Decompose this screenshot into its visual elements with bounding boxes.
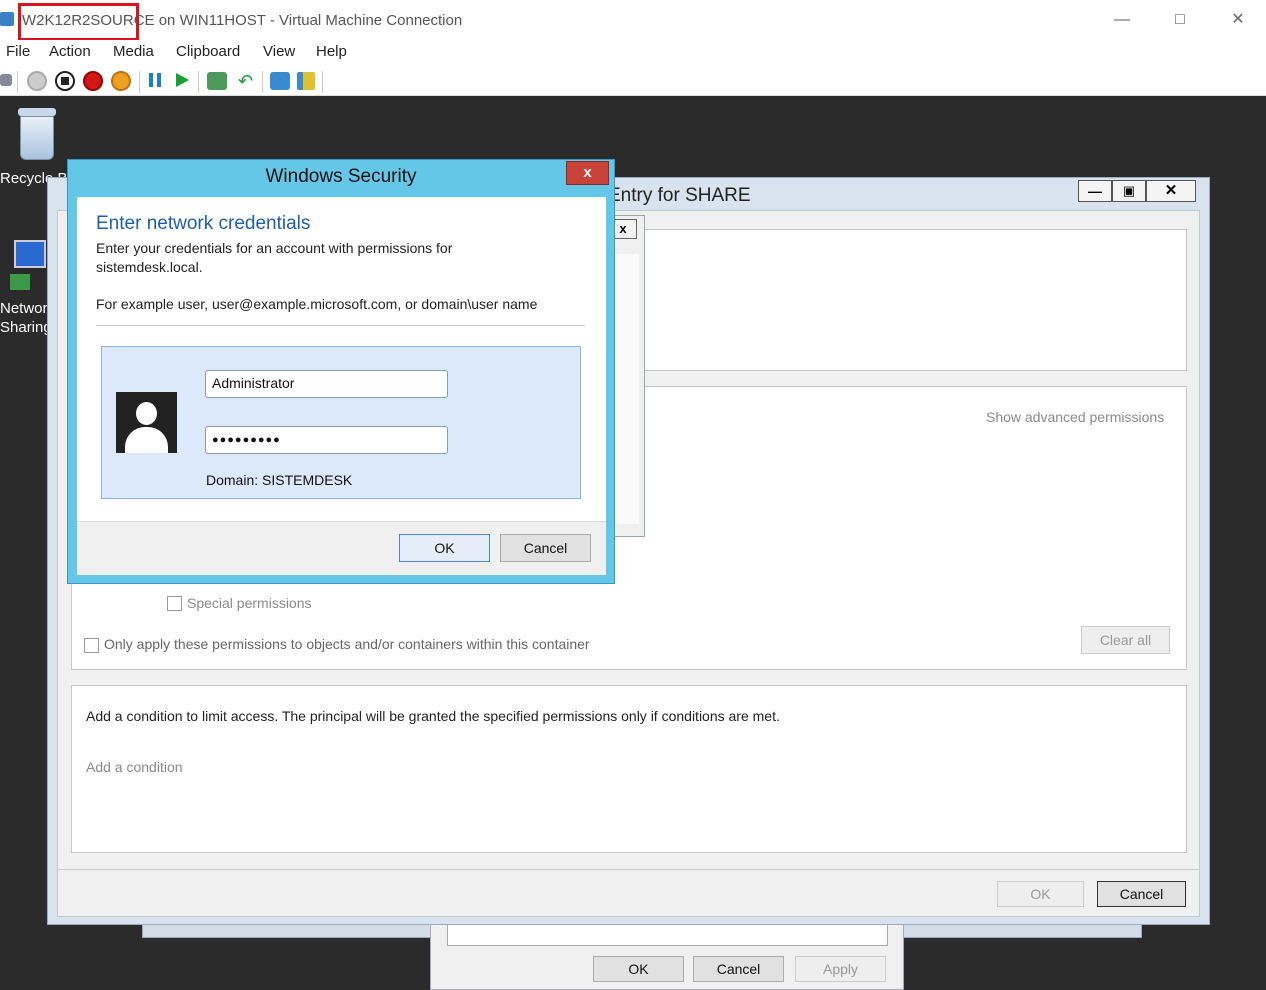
password-field[interactable]: ●●●●●●●●● (205, 426, 448, 454)
properties-ok-button[interactable]: OK (593, 956, 684, 982)
add-condition-link[interactable]: Add a condition (86, 759, 183, 775)
save-icon[interactable] (111, 71, 131, 91)
perm-close-button[interactable]: ✕ (1146, 180, 1196, 202)
credentials-example: For example user, user@example.microsoft… (96, 296, 538, 312)
credentials-heading: Enter network credentials (96, 213, 311, 234)
security-close-button[interactable]: x (566, 161, 609, 185)
revert-icon[interactable]: ↶ (238, 71, 253, 91)
app-icon (0, 12, 14, 26)
user-avatar-icon (116, 392, 177, 453)
only-apply-label: Only apply these permissions to objects … (104, 636, 590, 652)
condition-box: Add a condition to limit access. The pri… (71, 685, 1187, 853)
menu-clipboard[interactable]: Clipboard (176, 43, 240, 60)
perm-ok-button[interactable]: OK (997, 881, 1084, 907)
checkpoint-icon[interactable] (207, 72, 227, 90)
perm-maximize-button[interactable]: ▣ (1112, 180, 1146, 202)
turn-off-icon[interactable] (55, 71, 75, 91)
maximize-button[interactable]: □ (1165, 8, 1195, 32)
special-permissions-checkbox[interactable] (167, 596, 182, 611)
security-dialog-body: Enter network credentials Enter your cre… (77, 197, 606, 521)
properties-cancel-button[interactable]: Cancel (693, 956, 784, 982)
recycle-bin-icon[interactable] (14, 106, 60, 162)
network-sharing-icon[interactable] (10, 240, 50, 292)
security-dialog-title: Windows Security (265, 166, 417, 187)
clear-all-button[interactable]: Clear all (1081, 626, 1170, 654)
title-rest: on WIN11HOST - Virtual Machine Connectio… (154, 12, 463, 29)
highlight-box (18, 3, 139, 41)
properties-apply-button[interactable]: Apply (795, 956, 886, 982)
security-cancel-button[interactable]: Cancel (500, 534, 591, 562)
credentials-desc-2: sistemdesk.local. (96, 259, 203, 275)
shutdown-icon[interactable] (83, 71, 103, 91)
menu-media[interactable]: Media (113, 43, 154, 60)
minimize-button[interactable]: — (1107, 8, 1137, 32)
menu-view[interactable]: View (263, 43, 295, 60)
domain-label: Domain: SISTEMDESK (206, 472, 353, 488)
ctrl-alt-del-icon[interactable] (0, 74, 12, 86)
share-icon[interactable] (297, 72, 315, 90)
menu-action[interactable]: Action (49, 43, 91, 60)
condition-text: Add a condition to limit access. The pri… (86, 708, 780, 724)
resume-icon[interactable] (176, 73, 189, 87)
security-ok-button[interactable]: OK (399, 534, 490, 562)
menu-bar: File Action Media Clipboard View Help (0, 40, 1266, 65)
perm-cancel-button[interactable]: Cancel (1097, 881, 1186, 907)
show-advanced-link[interactable]: Show advanced permissions (986, 409, 1164, 425)
permission-title-text: Entry for SHARE (608, 185, 751, 206)
perm-footer-divider (58, 869, 1199, 870)
credential-tile: Administrator ●●●●●●●●● Domain: SISTEMDE… (101, 346, 581, 499)
credentials-desc-1: Enter your credentials for an account wi… (96, 240, 453, 256)
network-sharing-label-2: Sharing (0, 319, 52, 336)
share-properties-dialog: OK Cancel Apply (430, 915, 904, 990)
security-dialog-footer: OK Cancel (77, 521, 606, 575)
start-icon[interactable] (27, 71, 47, 91)
enhanced-session-icon[interactable] (270, 72, 290, 90)
pause-icon[interactable] (149, 73, 161, 87)
toolbar: ↶ (0, 65, 1266, 96)
special-permissions-label: Special permissions (187, 595, 312, 611)
properties-text-box[interactable] (447, 924, 888, 946)
permission-entry-title: Entry for SHARE (608, 185, 751, 207)
username-field[interactable]: Administrator (205, 370, 448, 398)
close-button[interactable]: ✕ (1223, 8, 1253, 32)
perm-minimize-button[interactable]: — (1078, 180, 1112, 202)
security-divider (96, 325, 585, 326)
only-apply-checkbox[interactable] (84, 638, 99, 653)
menu-file[interactable]: File (6, 43, 30, 60)
menu-help[interactable]: Help (316, 43, 347, 60)
window-title-bar: W2K12R2SOURCE on WIN11HOST - Virtual Mac… (0, 0, 1266, 41)
